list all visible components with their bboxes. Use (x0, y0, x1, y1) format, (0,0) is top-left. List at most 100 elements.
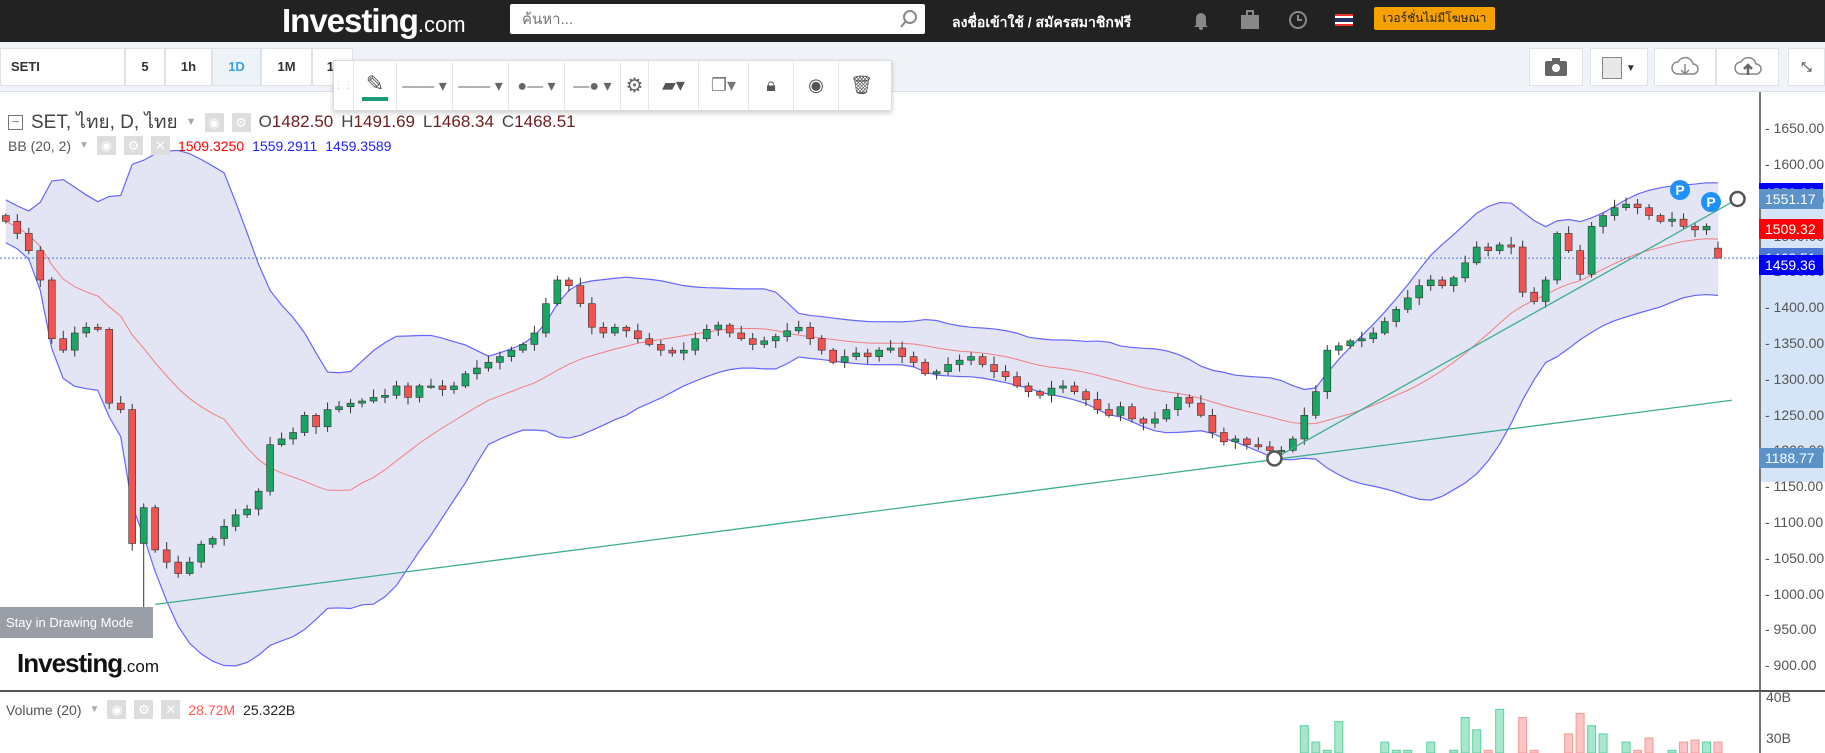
gear-icon[interactable]: ⚙ (123, 136, 143, 155)
chevron-down-icon[interactable]: ▼ (89, 704, 99, 715)
pane-separator[interactable] (0, 690, 1825, 692)
candle-body (1151, 418, 1159, 424)
candle-body (381, 394, 389, 398)
pivot-marker-label: P (1675, 182, 1684, 198)
candle-body (128, 409, 137, 544)
candle-body (714, 324, 723, 330)
candle-body (944, 364, 952, 372)
volume-bar (1299, 725, 1309, 753)
candle-body (185, 561, 194, 574)
trend-line-handle (1266, 450, 1283, 467)
candle-body (1357, 338, 1366, 342)
candle-body (967, 356, 975, 361)
volume-bar (1564, 733, 1574, 753)
axis-tick: - 1050.00 (1765, 549, 1825, 566)
candle-body (886, 347, 895, 351)
close-value: 1468.51 (514, 112, 576, 131)
candle-body (1059, 385, 1067, 389)
candle-body (852, 352, 860, 357)
eye-icon[interactable]: ◉ (107, 700, 127, 719)
collapse-icon[interactable]: − (8, 114, 23, 130)
volume-bar (1472, 729, 1482, 753)
axis-tick: - 1650.00 (1765, 120, 1825, 137)
candle-body (1139, 418, 1148, 424)
fullscreen-icon: ⤡ (1801, 59, 1812, 74)
candle-body (197, 543, 205, 563)
bb-mid-value: 1509.3250 (177, 137, 245, 154)
candle-body (1116, 406, 1125, 416)
axis-tick: - 900.00 (1765, 657, 1817, 674)
candle-body (1197, 402, 1205, 416)
candle-body (450, 385, 458, 390)
candle-body (1714, 247, 1722, 259)
candle-body (737, 332, 746, 340)
candle-body (254, 490, 263, 510)
investing-watermark: Investing.com (17, 648, 159, 679)
candle-body (208, 538, 217, 545)
candle-body (461, 373, 470, 387)
candle-body (794, 326, 803, 332)
candle-body (289, 432, 297, 440)
candle-body (1243, 438, 1251, 445)
candle-body (978, 356, 987, 365)
close-icon[interactable]: ✕ (150, 136, 170, 155)
candle-body (1415, 285, 1424, 299)
candle-body (220, 525, 228, 539)
candle-body (611, 326, 619, 334)
candle-body (427, 385, 435, 388)
chevron-down-icon[interactable]: ▼ (79, 140, 89, 151)
candle-body (47, 279, 56, 340)
volume-title[interactable]: Volume (20) (6, 702, 81, 718)
candle-body (392, 385, 401, 396)
open-value: 1482.50 (271, 112, 334, 131)
close-icon[interactable]: ✕ (161, 700, 181, 719)
candle-body (162, 549, 171, 563)
axis-tick: - 1250.00 (1765, 406, 1825, 423)
high-value: 1491.69 (353, 112, 415, 131)
volume-bar (1713, 741, 1723, 753)
candle-body (70, 332, 79, 351)
candle-body (1392, 309, 1401, 322)
candle-body (300, 415, 309, 433)
gear-icon[interactable]: ⚙ (231, 112, 251, 132)
axis-tick: - 1400.00 (1765, 299, 1825, 316)
price-tag: 1509.32 (1759, 218, 1823, 239)
candle-body (438, 385, 447, 390)
candle-body (1472, 246, 1481, 264)
candle-body (817, 338, 826, 351)
candle-body (1610, 207, 1619, 216)
bb-legend: BB (20, 2) ▼ ◉ ⚙ ✕ 1509.3250 1559.2911 1459… (8, 136, 391, 155)
candle-body (151, 507, 159, 551)
bb-lower-value: 1459.3589 (325, 137, 392, 154)
candle-body (875, 349, 883, 357)
candle-body (1702, 225, 1711, 231)
bb-title[interactable]: BB (20, 2) (8, 138, 71, 154)
volume-bar (1495, 708, 1505, 753)
trend-line-handle (1729, 190, 1746, 208)
candle-body (771, 336, 780, 342)
candle-body (909, 356, 918, 363)
eye-icon[interactable]: ◉ (96, 136, 116, 155)
eye-icon[interactable]: ◉ (204, 112, 224, 132)
chevron-down-icon[interactable]: ▼ (186, 116, 197, 128)
gear-icon[interactable]: ⚙ (134, 700, 154, 719)
volume-bar (1644, 737, 1654, 753)
candle-body (530, 332, 539, 345)
candle-body (1668, 218, 1676, 222)
candle-body (1691, 225, 1699, 231)
series-title[interactable]: SET, ไทย, D, ไทย (31, 107, 178, 137)
candle-body (1082, 391, 1090, 400)
candle-body (1162, 409, 1171, 420)
candle-body (1, 215, 10, 222)
stay-in-drawing-mode-button[interactable]: Stay in Drawing Mode (0, 607, 153, 638)
volume-bar (1575, 712, 1585, 753)
candle-body (1553, 233, 1561, 281)
fullscreen-button[interactable]: ⤡ (1788, 48, 1825, 86)
candle-body (1208, 415, 1217, 433)
candle-body (473, 367, 481, 375)
candle-body (1622, 203, 1630, 208)
candle-body (243, 508, 251, 516)
candle-body (576, 285, 585, 304)
candle-body (1438, 279, 1447, 287)
candle-body (369, 397, 378, 402)
